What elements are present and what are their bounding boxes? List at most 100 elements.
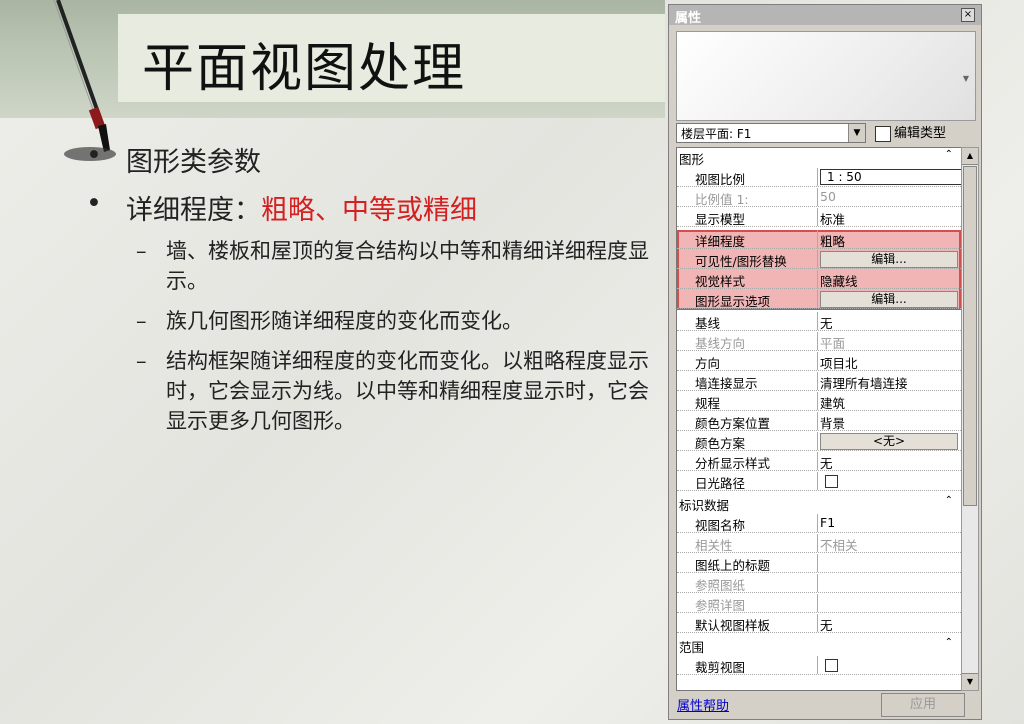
property-value[interactable]: 隐藏线 <box>820 271 858 290</box>
property-row-scale-value: 比例值 1: 50 <box>677 188 961 207</box>
bullet-text-highlight: 粗略、中等或精细 <box>261 195 477 226</box>
bullet-dot-icon: • <box>86 188 102 219</box>
apply-button[interactable]: 应用 <box>881 693 965 717</box>
dash-icon: – <box>136 239 147 263</box>
bullet-item: • 详细程度：粗略、中等或精细 <box>80 188 660 226</box>
chevron-down-icon: ▼ <box>962 74 969 83</box>
property-value: 平面 <box>820 336 846 351</box>
properties-grid: 图形 ⌃ 视图比例 1 : 50 比例值 1: 50 显示模型 标准 详细程度 … <box>676 147 962 691</box>
property-row-crop-view[interactable]: 裁剪视图 <box>677 656 961 675</box>
group-label: 范围 <box>679 640 705 655</box>
scroll-thumb[interactable] <box>963 166 977 506</box>
properties-panel: 属性 × ▼ 楼层平面: F1 ▼ 编辑类型 图形 ⌃ 视图比例 1 : 50 … <box>668 4 982 720</box>
property-row-discipline[interactable]: 规程 建筑 <box>677 392 961 411</box>
property-row-title-on-sheet[interactable]: 图纸上的标题 <box>677 554 961 573</box>
sub-bullet-text: 族几何图形随详细程度的变化而变化。 <box>166 309 523 333</box>
property-row-dependency: 相关性 不相关 <box>677 534 961 553</box>
property-row-wall-join[interactable]: 墙连接显示 清理所有墙连接 <box>677 372 961 391</box>
edit-type-label: 编辑类型 <box>894 126 947 141</box>
group-header-graphics[interactable]: 图形 ⌃ <box>677 148 961 167</box>
dash-icon: – <box>136 349 147 373</box>
property-label: 视图名称 <box>695 518 746 533</box>
properties-help-link[interactable]: 属性帮助 <box>677 695 729 714</box>
property-label: 颜色方案位置 <box>695 416 771 431</box>
property-label: 可见性/图形替换 <box>695 254 787 269</box>
graphic-display-edit-button[interactable]: 编辑... <box>820 291 958 308</box>
bullet-dot-icon: • <box>86 140 102 171</box>
property-label: 日光路径 <box>695 476 746 491</box>
property-label: 图纸上的标题 <box>695 558 771 573</box>
property-row-detail-level[interactable]: 详细程度 粗略 <box>677 230 961 249</box>
property-value[interactable]: 标准 <box>820 209 845 228</box>
property-row-underlay[interactable]: 基线 无 <box>677 312 961 331</box>
collapse-icon[interactable]: ⌃ <box>945 637 953 648</box>
panel-title: 属性 <box>675 11 702 26</box>
property-row-view-name[interactable]: 视图名称 F1 <box>677 514 961 533</box>
property-value[interactable]: 无 <box>820 313 833 332</box>
type-selector-value: 楼层平面: F1 <box>681 127 752 141</box>
edit-type-button[interactable]: 编辑类型 <box>875 122 946 142</box>
property-value: 不相关 <box>820 538 858 553</box>
type-selector-dropdown[interactable]: 楼层平面: F1 ▼ <box>676 123 866 143</box>
property-row-view-scale[interactable]: 视图比例 1 : 50 <box>677 168 961 187</box>
close-icon[interactable]: × <box>961 8 975 22</box>
property-value[interactable]: 项目北 <box>820 353 858 372</box>
sun-path-checkbox[interactable] <box>825 475 838 488</box>
property-row-default-template[interactable]: 默认视图样板 无 <box>677 614 961 633</box>
property-row-referencing-sheet: 参照图纸 <box>677 574 961 593</box>
property-label: 图形显示选项 <box>695 294 771 309</box>
property-label: 视图比例 <box>695 172 746 187</box>
visibility-edit-button[interactable]: 编辑... <box>820 251 958 268</box>
property-row-visibility[interactable]: 可见性/图形替换 编辑... <box>677 250 961 269</box>
property-row-analysis-style[interactable]: 分析显示样式 无 <box>677 452 961 471</box>
property-label: 颜色方案 <box>695 436 746 451</box>
sub-bullet-text: 结构框架随详细程度的变化而变化。以粗略程度显示时，它会显示为线。以中等和精细程度… <box>166 349 649 433</box>
property-row-color-scheme-location[interactable]: 颜色方案位置 背景 <box>677 412 961 431</box>
crop-view-checkbox[interactable] <box>825 659 838 672</box>
property-label: 分析显示样式 <box>695 456 771 471</box>
property-label: 参照详图 <box>695 598 746 613</box>
property-label: 详细程度 <box>695 234 746 249</box>
view-scale-input[interactable]: 1 : 50 <box>820 169 961 185</box>
type-preview-image[interactable]: ▼ <box>676 31 976 121</box>
property-value[interactable]: 无 <box>820 615 833 634</box>
collapse-icon[interactable]: ⌃ <box>945 495 953 506</box>
property-label: 方向 <box>695 356 721 371</box>
group-label: 标识数据 <box>679 498 730 513</box>
property-row-color-scheme[interactable]: 颜色方案 <无> <box>677 432 961 451</box>
sub-bullet-item: – 结构框架随详细程度的变化而变化。以粗略程度显示时，它会显示为线。以中等和精细… <box>80 346 660 436</box>
color-scheme-button[interactable]: <无> <box>820 433 958 450</box>
panel-titlebar[interactable]: 属性 × <box>669 5 981 26</box>
property-value[interactable]: 粗略 <box>820 231 845 250</box>
property-value[interactable]: 建筑 <box>820 393 845 412</box>
property-label: 显示模型 <box>695 212 746 227</box>
property-label: 规程 <box>695 396 721 411</box>
sub-bullet-item: – 族几何图形随详细程度的变化而变化。 <box>80 306 660 336</box>
property-row-graphic-display[interactable]: 图形显示选项 编辑... <box>677 290 961 309</box>
property-row-underlay-orientation: 基线方向 平面 <box>677 332 961 351</box>
property-value[interactable]: F1 <box>820 515 835 530</box>
group-label: 图形 <box>679 152 705 167</box>
dash-icon: – <box>136 309 147 333</box>
scroll-up-icon[interactable]: ▲ <box>962 148 978 165</box>
bullet-text: 图形类参数 <box>126 147 261 178</box>
sub-bullet-text: 墙、楼板和屋顶的复合结构以中等和精细详细程度显示。 <box>166 239 649 293</box>
property-label: 视觉样式 <box>695 274 746 289</box>
property-value[interactable]: 背景 <box>820 413 845 432</box>
sub-bullet-item: – 墙、楼板和屋顶的复合结构以中等和精细详细程度显示。 <box>80 236 660 296</box>
group-header-extents[interactable]: 范围 ⌃ <box>677 636 961 655</box>
property-value[interactable]: 无 <box>820 453 833 472</box>
properties-scrollbar[interactable]: ▲ ▼ <box>961 147 979 691</box>
property-row-referencing-detail: 参照详图 <box>677 594 961 613</box>
chevron-down-icon[interactable]: ▼ <box>848 124 865 142</box>
scroll-down-icon[interactable]: ▼ <box>962 673 978 690</box>
property-row-orientation[interactable]: 方向 项目北 <box>677 352 961 371</box>
property-row-display-model[interactable]: 显示模型 标准 <box>677 208 961 227</box>
bullet-text-prefix: 详细程度： <box>126 195 261 226</box>
group-header-identity[interactable]: 标识数据 ⌃ <box>677 494 961 513</box>
property-row-sun-path[interactable]: 日光路径 <box>677 472 961 491</box>
property-row-visual-style[interactable]: 视觉样式 隐藏线 <box>677 270 961 289</box>
property-value[interactable]: 清理所有墙连接 <box>820 373 908 392</box>
property-label: 裁剪视图 <box>695 660 746 675</box>
collapse-icon[interactable]: ⌃ <box>945 149 953 160</box>
